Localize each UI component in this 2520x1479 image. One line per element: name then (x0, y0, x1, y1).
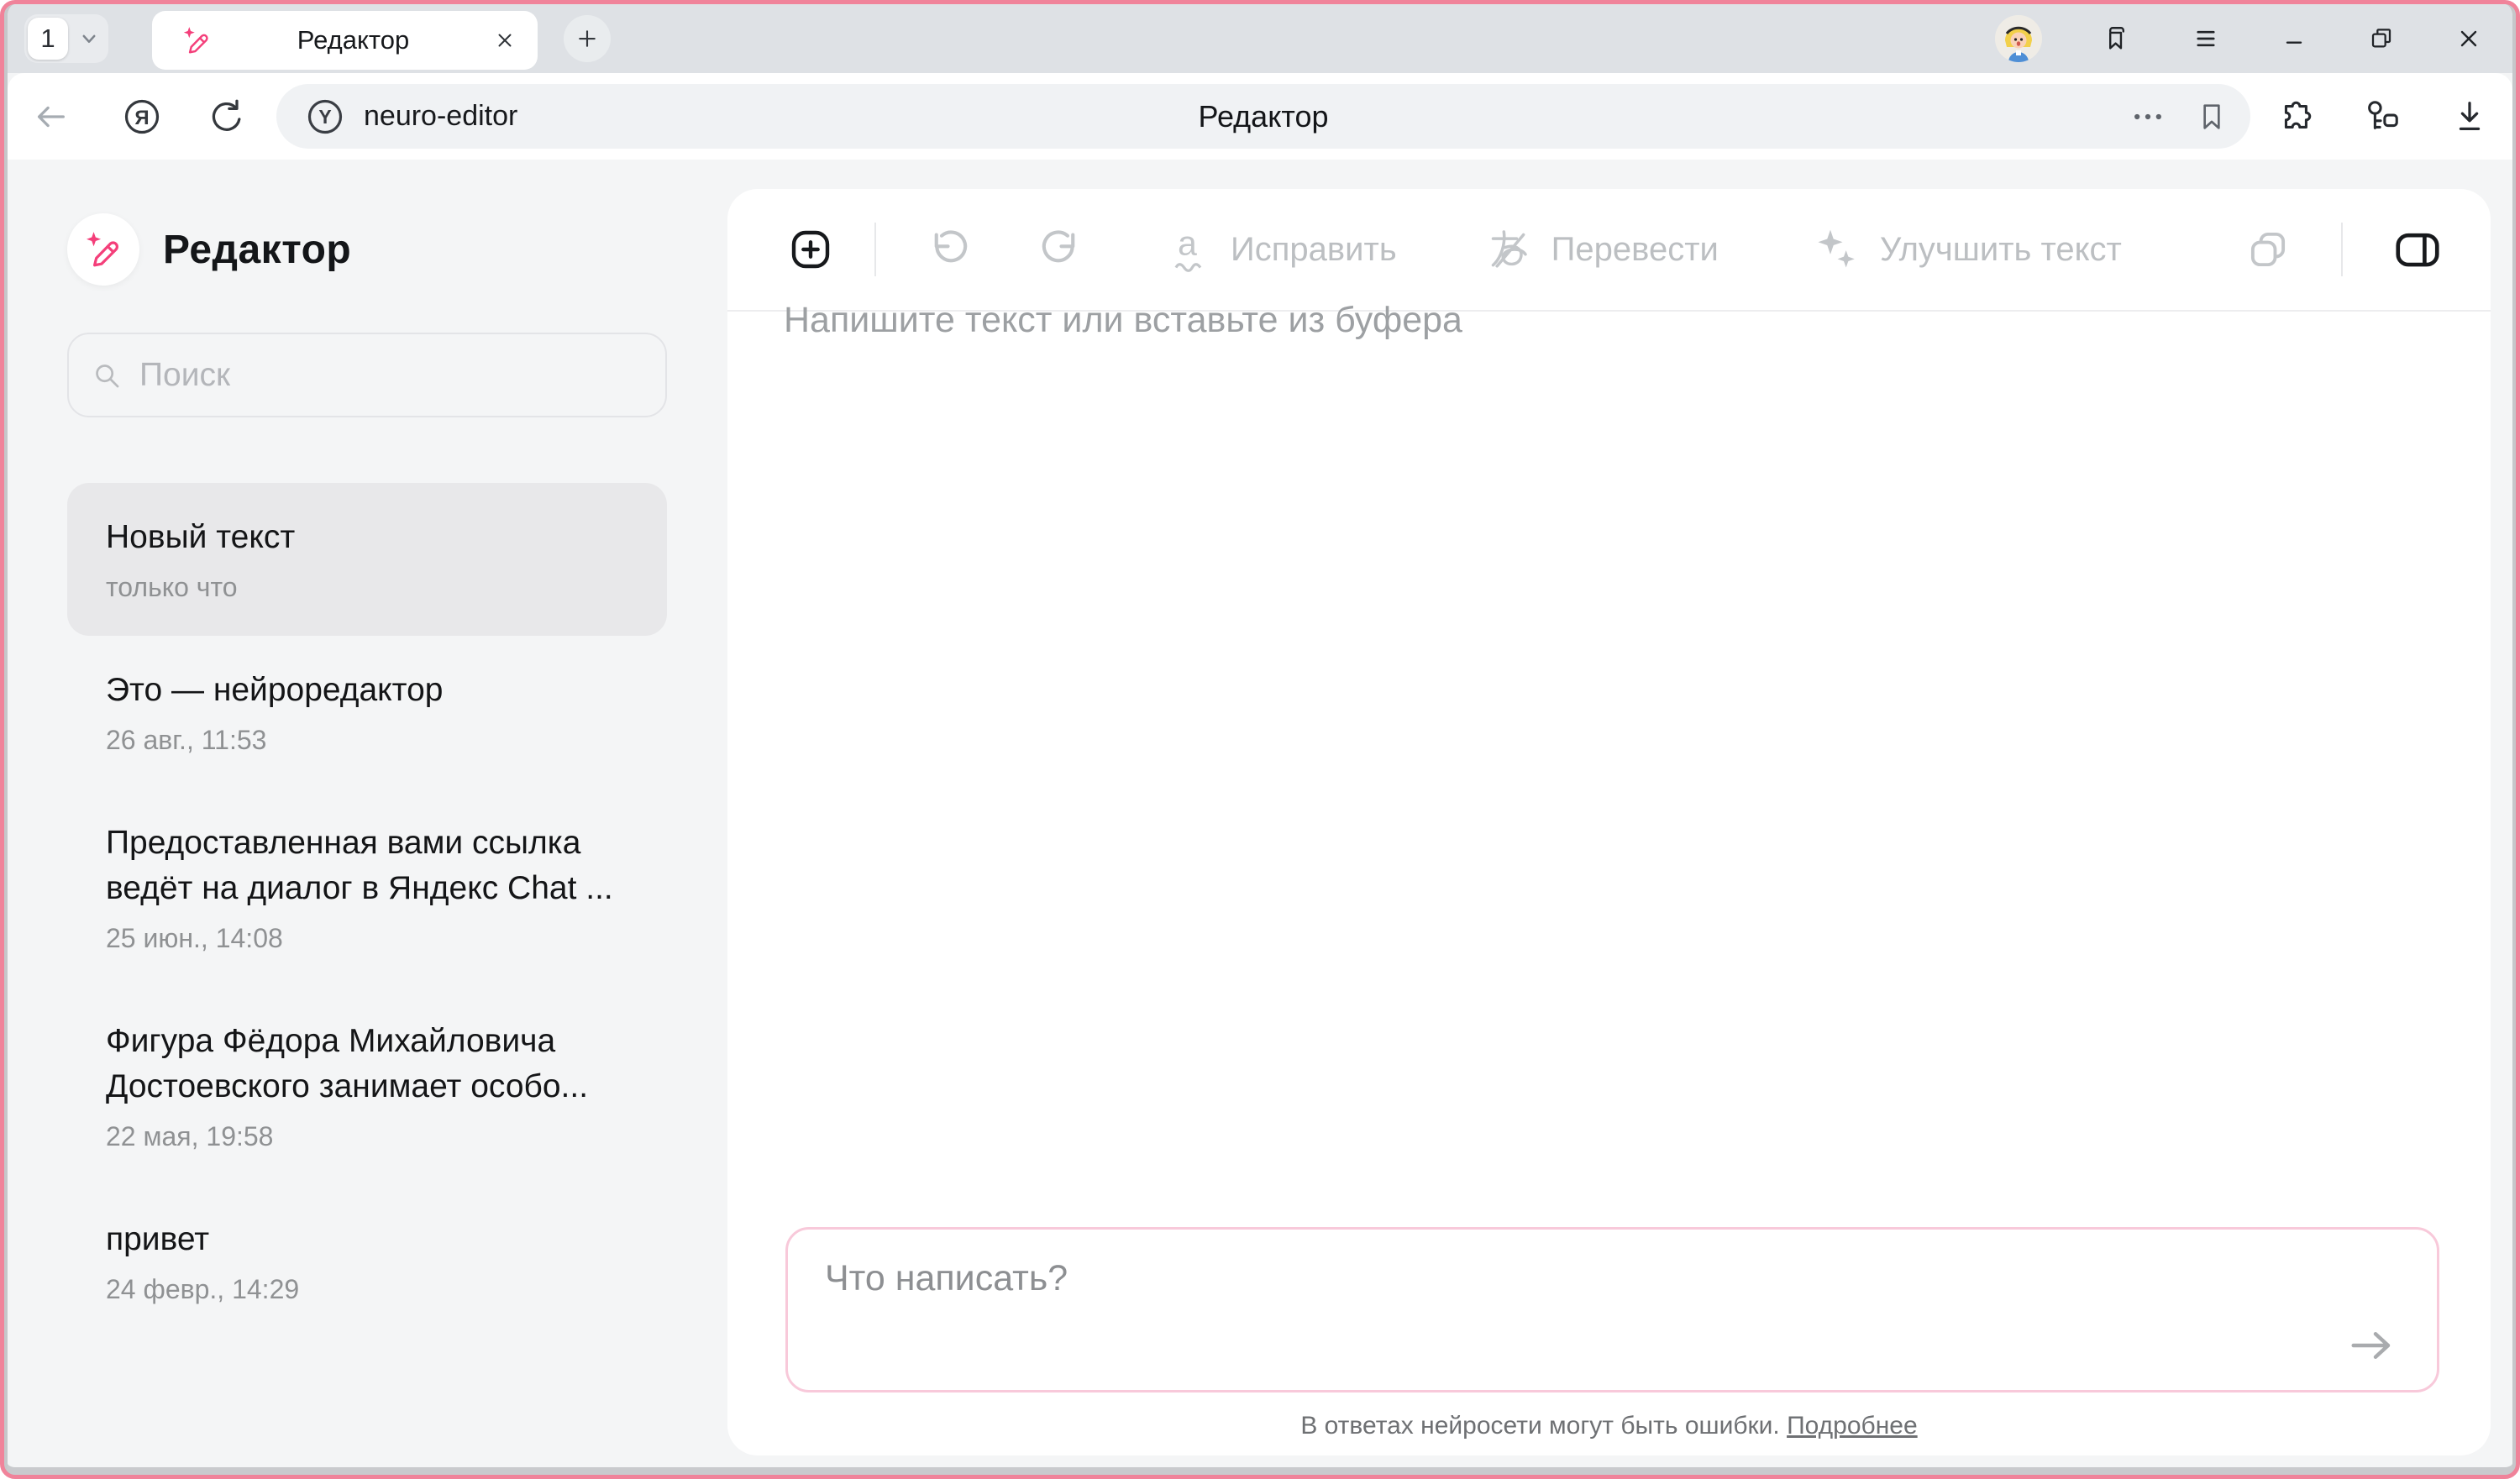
document-timestamp: 25 июн., 14:08 (106, 921, 628, 955)
document-title: привет (106, 1217, 628, 1262)
app-logo-row: Редактор (67, 213, 667, 286)
search-input[interactable] (139, 357, 643, 394)
extensions-puzzle-icon[interactable] (2276, 97, 2314, 136)
browser-menu-icon[interactable] (2192, 24, 2220, 53)
bookmark-flag-icon[interactable] (2195, 100, 2229, 134)
restore-window-icon[interactable] (2368, 25, 2395, 52)
url-field[interactable]: Y neuro-editor Редактор (276, 84, 2250, 149)
neuro-editor-page: Редактор Новый текст только что Это — нейр… (8, 160, 2512, 1467)
yandex-search-icon[interactable]: Я (122, 97, 162, 137)
improve-text-button[interactable]: Улучшить текст (1813, 226, 2122, 273)
tab-close-icon[interactable] (494, 29, 516, 51)
svg-text:Y: Y (318, 106, 331, 128)
address-bar: Я Y neuro-editor Редактор (8, 73, 2512, 160)
document-title: Предоставленная вами ссылка ведёт на диа… (106, 821, 628, 911)
minimize-icon[interactable] (2281, 25, 2307, 52)
browser-window: 1 Редактор (4, 4, 2516, 1475)
document-title: Фигура Фёдора Михайловича Достоевского з… (106, 1019, 628, 1109)
tab-title: Редактор (213, 25, 494, 55)
document-timestamp: 24 февр., 14:29 (106, 1272, 628, 1306)
document-list-item[interactable]: Новый текст только что (67, 483, 667, 636)
document-timestamp: 22 мая, 19:58 (106, 1120, 628, 1153)
browser-window-frame: 1 Редактор (0, 0, 2520, 1479)
sparkles-icon (1813, 226, 1860, 273)
back-icon[interactable] (31, 97, 70, 136)
editor-card: а Исправить Перевести (727, 189, 2491, 1455)
editor-text-area[interactable] (727, 313, 2491, 1227)
document-title: Это — нейроредактор (106, 668, 628, 713)
chevron-down-icon[interactable] (76, 26, 102, 51)
document-timestamp: 26 авг., 11:53 (106, 723, 628, 757)
tab-favicon-pencil-icon (181, 24, 213, 56)
fix-text-label: Исправить (1231, 231, 1397, 269)
tab-strip: 1 Редактор (8, 4, 2512, 73)
browser-tab-active[interactable]: Редактор (152, 11, 538, 70)
toolbar-divider (2341, 223, 2343, 276)
tab-counter-control[interactable]: 1 (24, 14, 108, 63)
url-text: neuro-editor (364, 100, 517, 133)
toolbar-divider (874, 223, 876, 276)
document-list-item[interactable]: привет 24 февр., 14:29 (67, 1185, 667, 1338)
copy-button[interactable] (2244, 225, 2292, 274)
app-logo-pencil-icon (67, 213, 139, 286)
bookmarks-panel-icon[interactable] (2103, 24, 2131, 53)
downloads-icon[interactable] (2450, 97, 2489, 136)
search-box[interactable] (67, 333, 667, 417)
redo-button[interactable] (1034, 224, 1084, 275)
document-list: Новый текст только что Это — нейроредактор… (67, 483, 667, 1338)
prompt-box (785, 1227, 2439, 1392)
editor-placeholder: Напишите текст или вставьте из буфера (784, 300, 1462, 341)
improve-text-label: Улучшить текст (1880, 231, 2122, 269)
ai-disclaimer: В ответах нейросети могут быть ошибки. П… (727, 1412, 2491, 1440)
translate-label: Перевести (1551, 231, 1719, 269)
editor-toolbar: а Исправить Перевести (727, 189, 2491, 312)
send-arrow-button[interactable] (2344, 1321, 2398, 1370)
more-options-icon[interactable] (2129, 98, 2166, 135)
prompt-input[interactable] (788, 1230, 2437, 1390)
document-list-item[interactable]: Предоставленная вами ссылка ведёт на диа… (67, 789, 667, 987)
tab-count-badge[interactable]: 1 (28, 18, 68, 60)
translate-icon (1484, 226, 1531, 273)
disclaimer-text: В ответах нейросети могут быть ошибки. (1300, 1412, 1779, 1440)
search-icon (91, 359, 123, 391)
reload-icon[interactable] (207, 97, 246, 136)
panel-toggle-button[interactable] (2391, 227, 2444, 272)
fix-text-button[interactable]: а Исправить (1167, 226, 1397, 273)
translate-button[interactable]: Перевести (1484, 226, 1719, 273)
svg-text:а: а (1178, 226, 1197, 262)
app-title: Редактор (163, 227, 351, 273)
new-document-button[interactable] (784, 223, 837, 276)
sidebar: Редактор Новый текст только что Это — нейр… (67, 160, 667, 1338)
disclaimer-more-link[interactable]: Подробнее (1787, 1412, 1918, 1440)
new-tab-button[interactable] (564, 15, 611, 62)
passwords-key-icon[interactable] (2363, 97, 2402, 136)
document-timestamp: только что (106, 570, 628, 604)
undo-button[interactable] (925, 224, 975, 275)
fix-a-wavy-icon: а (1167, 226, 1210, 273)
document-title: Новый текст (106, 515, 628, 560)
document-list-item[interactable]: Это — нейроредактор 26 авг., 11:53 (67, 636, 667, 789)
page-title: Редактор (276, 99, 2250, 134)
close-window-icon[interactable] (2455, 25, 2482, 52)
window-controls (1995, 4, 2482, 73)
site-badge-icon: Y (305, 97, 345, 137)
document-list-item[interactable]: Фигура Фёдора Михайловича Достоевского з… (67, 987, 667, 1185)
profile-avatar[interactable] (1995, 15, 2042, 62)
svg-text:Я: Я (134, 107, 149, 129)
